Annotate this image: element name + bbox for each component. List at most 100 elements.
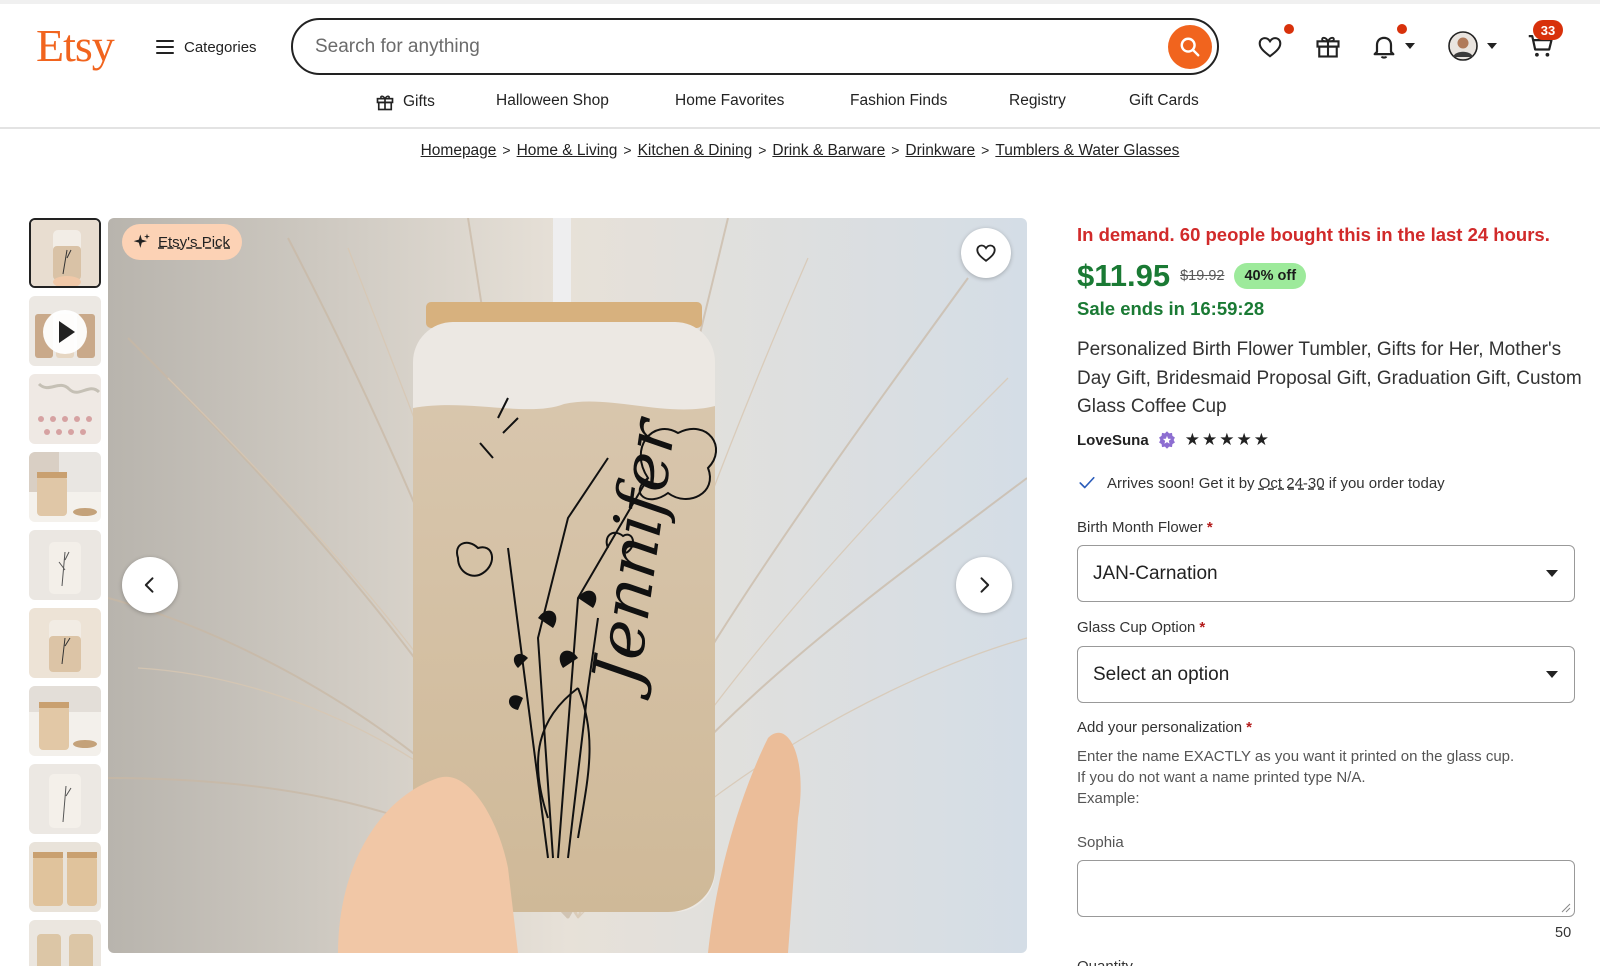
thumbnail-strip [29,218,101,966]
nav-home-favorites[interactable]: Home Favorites [675,92,784,110]
required-asterisk: * [1206,519,1213,536]
breadcrumb-item[interactable]: Homepage [421,142,497,159]
resize-handle-icon[interactable] [1561,903,1571,913]
help-line-1: Enter the name EXACTLY as you want it pr… [1077,748,1515,765]
help-line-2: If you do not want a name printed type N… [1077,769,1366,786]
breadcrumb-item[interactable]: Drinkware [905,142,975,159]
thumbnail-6[interactable] [29,608,101,678]
star-icon: ★ [1236,430,1252,449]
etsy-logo[interactable]: Etsy [36,18,115,74]
glass-cup-label-text: Glass Cup Option [1077,619,1196,636]
breadcrumb-item[interactable]: Home & Living [517,142,618,159]
personalization-label: Add your personalization * [1077,719,1252,736]
breadcrumb-item[interactable]: Kitchen & Dining [638,142,753,159]
sale-countdown: Sale ends in 16:59:28 [1077,298,1265,319]
thumbnail-video[interactable] [29,296,101,366]
favorites-notification-dot [1284,24,1294,34]
breadcrumb: Homepage > Home & Living > Kitchen & Dining >… [0,142,1600,160]
account-button[interactable] [1446,30,1500,62]
nav-gifts-label: Gifts [403,93,435,110]
character-counter: 50 [1555,925,1572,941]
breadcrumb-item[interactable]: Tumblers & Water Glasses [995,142,1179,159]
price-row: $11.95 $19.92 40% off [1077,258,1307,294]
required-asterisk: * [1246,719,1252,736]
personalization-label-text: Add your personalization [1077,719,1243,736]
star-icon: ★ [1184,430,1200,449]
nav-gift-cards[interactable]: Gift Cards [1129,92,1199,110]
thumbnail-1[interactable] [29,218,101,288]
nav-fashion-finds[interactable]: Fashion Finds [850,92,947,110]
gift-icon [1316,36,1340,58]
delivery-estimate: Arrives soon! Get it by Oct 24-30 if you… [1077,474,1445,492]
help-line-3: Example: [1077,790,1140,807]
birth-flower-label-text: Birth Month Flower [1077,519,1203,536]
personalization-example: Sophia [1077,834,1124,851]
star-icon: ★ [1219,430,1235,449]
favorite-item-button[interactable] [961,228,1011,278]
glass-cup-value: Select an option [1093,663,1230,685]
sparkle-icon [133,233,150,248]
quantity-label: Quantity [1077,958,1133,966]
gift-mode-button[interactable] [1313,31,1343,61]
dropdown-caret-icon [1546,671,1558,678]
categories-label: Categories [184,38,257,56]
etsys-pick-badge[interactable]: Etsy's Pick [122,224,243,260]
birth-flower-label: Birth Month Flower * [1077,519,1213,536]
discount-badge: 40% off [1234,263,1307,289]
star-icon: ★ [1201,430,1218,449]
favorites-button[interactable] [1255,33,1285,61]
search-bar [291,18,1219,75]
original-price: $19.92 [1180,268,1225,284]
thumbnail-8[interactable] [29,764,101,834]
sale-price: $11.95 [1077,258,1171,293]
glass-cup-select[interactable]: Select an option [1077,646,1575,703]
rating-stars[interactable]: ★ ★ ★ ★ ★ [1185,430,1269,450]
glass-cup-label: Glass Cup Option * [1077,619,1205,636]
required-asterisk: * [1199,619,1206,636]
notifications-button[interactable] [1369,31,1417,61]
next-image-button[interactable] [956,557,1012,613]
thumbnail-5[interactable] [29,530,101,600]
product-title: Personalized Birth Flower Tumbler, Gifts… [1077,339,1582,417]
chevron-down-icon [1487,43,1497,49]
gift-icon [376,95,394,111]
checkmark-icon [1079,476,1095,489]
nav-registry[interactable]: Registry [1009,92,1066,110]
thumbnail-7[interactable] [29,686,101,756]
thumbnail-10[interactable] [29,920,101,966]
cart-count-badge: 33 [1533,20,1563,40]
previous-image-button[interactable] [122,557,178,613]
arrives-date[interactable]: Oct 24-30 [1259,475,1325,492]
seller-name[interactable]: LoveSuna [1077,432,1149,449]
nav-gifts[interactable]: Gifts [375,92,435,112]
personalization-instructions: Enter the name EXACTLY as you want it pr… [1077,746,1577,809]
thumbnail-3[interactable] [29,374,101,444]
bell-icon [1373,36,1395,59]
breadcrumb-item[interactable]: Drink & Barware [772,142,885,159]
header-divider [0,127,1600,129]
heart-icon [1258,37,1282,58]
thumbnail-4[interactable] [29,452,101,522]
notifications-dot [1397,24,1407,34]
personalization-textarea[interactable] [1077,860,1575,917]
birth-flower-value: JAN-Carnation [1093,562,1218,584]
demand-notice: In demand. 60 people bought this in the … [1077,224,1550,245]
main-product-image[interactable]: Jennifer [108,218,1027,953]
chevron-down-icon [1405,43,1415,49]
star-seller-badge-icon [1158,431,1175,449]
avatar [1448,31,1478,61]
chevron-right-icon: > [981,142,990,158]
birth-flower-select[interactable]: JAN-Carnation [1077,545,1575,602]
categories-button[interactable]: Categories [156,34,257,60]
seller-row: LoveSuna ★ ★ ★ ★ ★ [1077,430,1269,450]
menu-icon [156,40,174,54]
chevron-left-icon [144,577,154,593]
star-icon: ★ [1253,430,1269,449]
search-button[interactable] [1168,25,1212,69]
sub-navigation: Gifts Halloween Shop Home Favorites Fash… [0,88,1600,118]
arrives-suffix: if you order today [1328,474,1445,492]
chevron-right-icon [980,577,990,593]
nav-halloween-shop[interactable]: Halloween Shop [496,92,609,110]
search-input[interactable] [315,35,1135,58]
thumbnail-9[interactable] [29,842,101,912]
